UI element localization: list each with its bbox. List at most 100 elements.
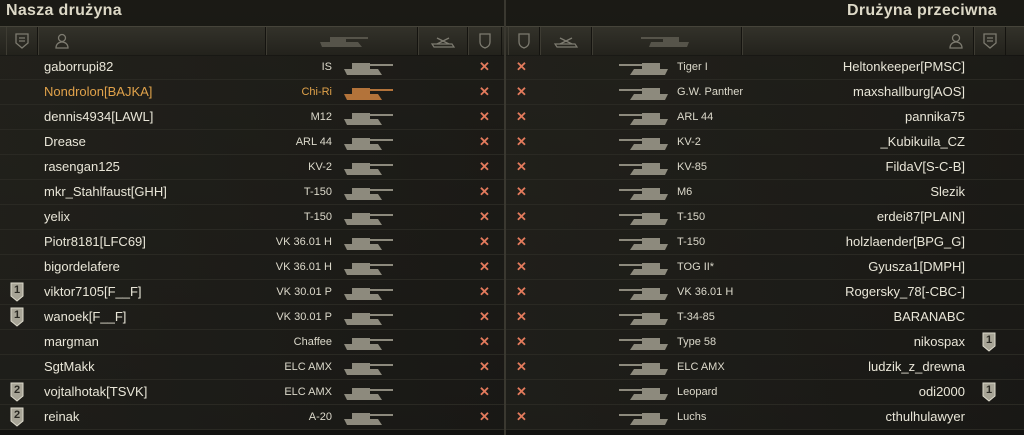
platoon-number: 2 <box>13 384 21 396</box>
vehicle-name: T-34-85 <box>677 311 715 323</box>
player-row[interactable]: ✕ M6 Slezik <box>506 180 1024 205</box>
vehicle-name: M12 <box>310 111 332 123</box>
vehicle-name: VK 36.01 H <box>275 261 332 273</box>
vehicle-icon <box>619 88 668 100</box>
platoon-badge: 1 <box>982 382 996 402</box>
player-row[interactable]: 2 reinak A-20 ✕ <box>0 405 504 430</box>
player-row[interactable]: ✕ VK 36.01 H Rogersky_78[-CBC-] <box>506 280 1024 305</box>
player-row[interactable]: 2 vojtalhotak[TSVK] ELC AMX ✕ <box>0 380 504 405</box>
status-dead-icon: ✕ <box>516 259 527 274</box>
enemy-team-list: ✕ Tiger I Heltonkeeper[PMSC] ✕ G.W. Panther m… <box>506 55 1024 430</box>
status-icon <box>479 33 491 49</box>
player-row[interactable]: dennis4934[LAWL] M12 ✕ <box>0 105 504 130</box>
player-column-header[interactable] <box>742 27 974 55</box>
vehicle-icon <box>619 113 668 125</box>
vehicle-icon <box>344 188 393 200</box>
vehicle-icon <box>619 138 668 150</box>
status-dead-icon: ✕ <box>516 209 527 224</box>
player-row[interactable]: ✕ Type 58 nikospax 1 <box>506 330 1024 355</box>
vehicle-icon <box>344 288 393 300</box>
vehicle-icon <box>344 88 393 100</box>
player-row[interactable]: rasengan125 KV-2 ✕ <box>0 155 504 180</box>
player-row[interactable]: 1 viktor7105[F__F] VK 30.01 P ✕ <box>0 280 504 305</box>
vehicle-name: ELC AMX <box>284 361 332 373</box>
player-row[interactable]: margman Chaffee ✕ <box>0 330 504 355</box>
vehicle-icon <box>619 188 668 200</box>
player-name: dennis4934[LAWL] <box>44 109 154 124</box>
player-row[interactable]: ✕ Luchs cthulhulawyer <box>506 405 1024 430</box>
player-row[interactable]: ✕ Tiger I Heltonkeeper[PMSC] <box>506 55 1024 80</box>
vehicle-name: Tiger I <box>677 61 708 73</box>
vehicle-icon <box>344 413 393 425</box>
our-team-title: Nasza drużyna <box>6 2 122 19</box>
vehicle-column-header[interactable] <box>266 27 418 55</box>
player-row[interactable]: mkr_Stahlfaust[GHH] T-150 ✕ <box>0 180 504 205</box>
platoon-column-header[interactable] <box>6 27 38 55</box>
player-row[interactable]: ✕ T-150 holzlaender[BPG_G] <box>506 230 1024 255</box>
player-row[interactable]: 1 wanoek[F__F] VK 30.01 P ✕ <box>0 305 504 330</box>
player-row[interactable]: gaborrupi82 IS ✕ <box>0 55 504 80</box>
player-row[interactable]: ✕ T-150 erdei87[PLAIN] <box>506 205 1024 230</box>
player-name: FildaV[S-C-B] <box>885 159 965 174</box>
vehicle-name: T-150 <box>677 211 706 223</box>
vehicle-icon <box>344 138 393 150</box>
player-row[interactable]: bigordelafere VK 36.01 H ✕ <box>0 255 504 280</box>
vehicle-name: TOG II* <box>677 261 715 273</box>
platoon-badge: 1 <box>10 307 24 327</box>
vehicle-column-header[interactable] <box>592 27 742 55</box>
player-row[interactable]: ✕ ELC AMX ludzik_z_drewna <box>506 355 1024 380</box>
status-column-header[interactable] <box>468 27 502 55</box>
player-row[interactable]: ✕ TOG II* Gyusza1[DMPH] <box>506 255 1024 280</box>
player-row[interactable]: ✕ Leopard odi2000 1 <box>506 380 1024 405</box>
frags-column-header[interactable] <box>540 27 592 55</box>
vehicle-icon <box>344 338 393 350</box>
player-row[interactable]: SgtMakk ELC AMX ✕ <box>0 355 504 380</box>
frags-icon <box>553 37 579 48</box>
status-dead-icon: ✕ <box>516 84 527 99</box>
vehicle-name: Chi-Ri <box>301 86 332 98</box>
player-row[interactable]: ✕ KV-85 FildaV[S-C-B] <box>506 155 1024 180</box>
frags-column-header[interactable] <box>418 27 468 55</box>
vehicle-icon <box>344 113 393 125</box>
vehicle-name: VK 36.01 H <box>677 286 734 298</box>
vehicle-name: VK 36.01 H <box>275 236 332 248</box>
status-column-header[interactable] <box>508 27 540 55</box>
player-column-header[interactable] <box>38 27 266 55</box>
player-row[interactable]: ✕ G.W. Panther maxshallburg[AOS] <box>506 80 1024 105</box>
player-row[interactable]: Piotr8181[LFC69] VK 36.01 H ✕ <box>0 230 504 255</box>
vehicle-icon <box>619 338 668 350</box>
enemy-team-header <box>506 26 1024 56</box>
vehicle-name: T-150 <box>303 186 332 198</box>
player-row[interactable]: ✕ ARL 44 pannika75 <box>506 105 1024 130</box>
platoon-number: 2 <box>13 409 21 421</box>
vehicle-icon <box>619 63 668 75</box>
team-roster-panel: Nasza drużyna gaborrupi82 IS ✕ Nondrolon[BA… <box>0 0 1024 435</box>
player-row[interactable]: Drease ARL 44 ✕ <box>0 130 504 155</box>
tank-icon <box>320 37 368 47</box>
player-name: bigordelafere <box>44 259 120 274</box>
player-row[interactable]: Nondrolon[BAJKA] Chi-Ri ✕ <box>0 80 504 105</box>
status-dead-icon: ✕ <box>516 59 527 74</box>
player-row[interactable]: ✕ T-34-85 BARANABC <box>506 305 1024 330</box>
player-name: gaborrupi82 <box>44 59 114 74</box>
player-name: reinak <box>44 409 80 424</box>
player-row[interactable]: yelix T-150 ✕ <box>0 205 504 230</box>
status-dead-icon: ✕ <box>479 284 490 299</box>
player-name: rasengan125 <box>44 159 120 174</box>
player-name: odi2000 <box>918 384 965 399</box>
status-dead-icon: ✕ <box>516 134 527 149</box>
vehicle-name: T-150 <box>303 211 332 223</box>
player-name: Gyusza1[DMPH] <box>868 259 965 274</box>
status-dead-icon: ✕ <box>479 309 490 324</box>
vehicle-name: ARL 44 <box>677 111 714 123</box>
vehicle-name: IS <box>321 61 332 73</box>
player-name: Drease <box>44 134 86 149</box>
platoon-column-header[interactable] <box>974 27 1006 55</box>
player-row[interactable]: ✕ KV-2 _Kubikuila_CZ <box>506 130 1024 155</box>
vehicle-icon <box>619 413 668 425</box>
status-dead-icon: ✕ <box>516 184 527 199</box>
platoon-number: 1 <box>13 284 21 296</box>
vehicle-icon <box>344 163 393 175</box>
status-dead-icon: ✕ <box>479 159 490 174</box>
player-name: SgtMakk <box>44 359 95 374</box>
